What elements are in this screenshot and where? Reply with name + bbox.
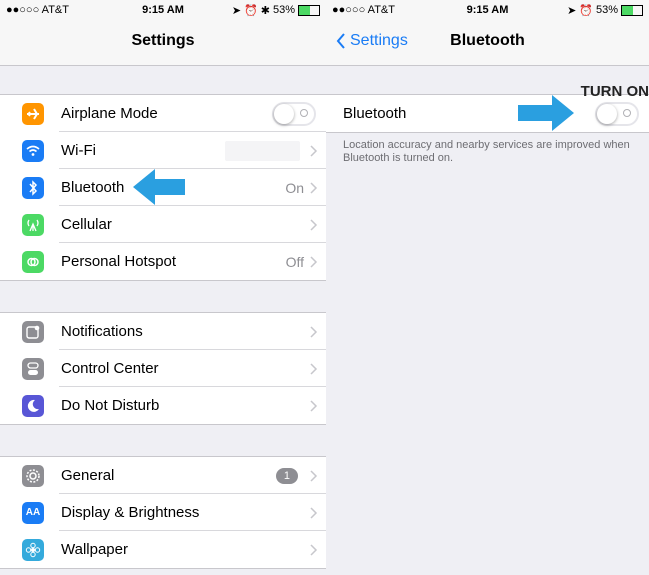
settings-group-notifications: Notifications Control Center Do Not Dist…: [0, 312, 326, 425]
clock-text: 9:15 AM: [142, 4, 184, 16]
nav-bar: Settings Bluetooth: [326, 20, 649, 66]
settings-row-wallpaper[interactable]: Wallpaper: [0, 530, 326, 568]
chevron-right-icon: [310, 144, 318, 157]
nav-bar: Settings: [0, 20, 326, 66]
battery-icon: [621, 4, 644, 16]
row-label: Display & Brightness: [61, 504, 200, 521]
airplane-icon: [22, 102, 44, 125]
row-label: Notifications: [61, 323, 143, 340]
chevron-right-icon: [310, 325, 318, 338]
pointer-arrow-left-icon: [133, 169, 185, 205]
chevron-right-icon: [310, 181, 318, 194]
settings-row-general[interactable]: General 1: [0, 457, 326, 494]
status-bar: ●●○○○ AT&T 9:15 AM ➤ ⏰ 53%: [326, 0, 649, 20]
chevron-right-icon: [310, 506, 318, 519]
settings-row-bluetooth[interactable]: Bluetooth On: [0, 168, 326, 206]
row-label: Cellular: [61, 216, 112, 233]
settings-row-cellular[interactable]: Cellular: [0, 205, 326, 243]
page-title: Settings: [131, 32, 195, 49]
moon-icon: [22, 394, 44, 417]
status-bar: ●●○○○ AT&T 9:15 AM ➤ ⏰ ✱ 53%: [0, 0, 326, 20]
chevron-right-icon: [310, 218, 318, 231]
alarm-icon: ⏰: [579, 4, 593, 17]
settings-row-personal-hotspot[interactable]: Personal Hotspot Off: [0, 242, 326, 280]
row-label: Airplane Mode: [61, 105, 158, 122]
status-right: ➤ ⏰ 53%: [539, 4, 644, 17]
row-label: Wi-Fi: [61, 142, 96, 159]
bluetooth-status-icon: ✱: [260, 4, 270, 17]
bluetooth-toggle-row: Bluetooth: [326, 95, 649, 132]
settings-row-airplane-mode[interactable]: Airplane Mode: [0, 95, 326, 132]
settings-screen: ●●○○○ AT&T 9:15 AM ➤ ⏰ ✱ 53% Settings Ai…: [0, 0, 326, 575]
carrier-text: ●●○○○ AT&T: [332, 4, 395, 16]
pointer-arrow-right-icon: [518, 95, 574, 131]
row-label: Personal Hotspot: [61, 253, 177, 270]
settings-group-connectivity: Airplane Mode Wi-Fi Bluetooth On Cellula…: [0, 94, 326, 281]
gear-icon: [22, 464, 44, 487]
settings-row-display-brightness[interactable]: AA Display & Brightness: [0, 493, 326, 531]
chevron-right-icon: [310, 362, 318, 375]
bluetooth-status-value: On: [285, 179, 304, 196]
display-icon: AA: [22, 501, 44, 524]
row-label: Wallpaper: [61, 541, 128, 558]
location-icon: ➤: [567, 4, 577, 17]
settings-row-notifications[interactable]: Notifications: [0, 313, 326, 350]
wifi-icon: [22, 139, 44, 162]
bluetooth-group: Bluetooth: [326, 94, 649, 133]
hotspot-icon: [22, 250, 44, 273]
chevron-right-icon: [310, 255, 318, 268]
settings-row-wifi[interactable]: Wi-Fi: [0, 131, 326, 169]
row-label: General: [61, 467, 115, 484]
update-count-badge: 1: [275, 467, 298, 484]
chevron-right-icon: [310, 543, 318, 556]
location-icon: ➤: [231, 4, 242, 17]
wallpaper-icon: [22, 538, 44, 561]
chevron-right-icon: [310, 399, 318, 412]
bluetooth-icon: [22, 176, 44, 199]
row-label: Do Not Disturb: [61, 397, 160, 414]
settings-row-control-center[interactable]: Control Center: [0, 349, 326, 387]
battery-percent: 53%: [272, 4, 296, 16]
carrier-text: ●●○○○ AT&T: [6, 4, 69, 16]
page-title: Bluetooth: [450, 32, 525, 49]
wifi-network-value: [225, 140, 300, 161]
airplane-mode-toggle[interactable]: [272, 101, 316, 126]
alarm-icon: ⏰: [244, 4, 258, 17]
bluetooth-screen: ●●○○○ AT&T 9:15 AM ➤ ⏰ 53% Settings Blue…: [326, 0, 649, 575]
control-center-icon: [22, 357, 44, 380]
clock-text: 9:15 AM: [466, 4, 509, 16]
chevron-right-icon: [310, 469, 318, 482]
settings-row-do-not-disturb[interactable]: Do Not Disturb: [0, 386, 326, 424]
battery-icon: [298, 4, 321, 16]
battery-percent: 53%: [595, 4, 619, 16]
hotspot-status-value: Off: [285, 253, 304, 270]
display-icon-text: AA: [25, 507, 41, 518]
settings-group-general: General 1 AA Display & Brightness Wallpa…: [0, 456, 326, 569]
bluetooth-toggle[interactable]: [595, 101, 639, 126]
status-right: ➤ ⏰ ✱ 53%: [215, 4, 321, 17]
notifications-icon: [22, 320, 44, 343]
cellular-icon: [22, 213, 44, 236]
row-label: Control Center: [61, 360, 159, 377]
bluetooth-footnote: Location accuracy and nearby services ar…: [343, 139, 630, 164]
